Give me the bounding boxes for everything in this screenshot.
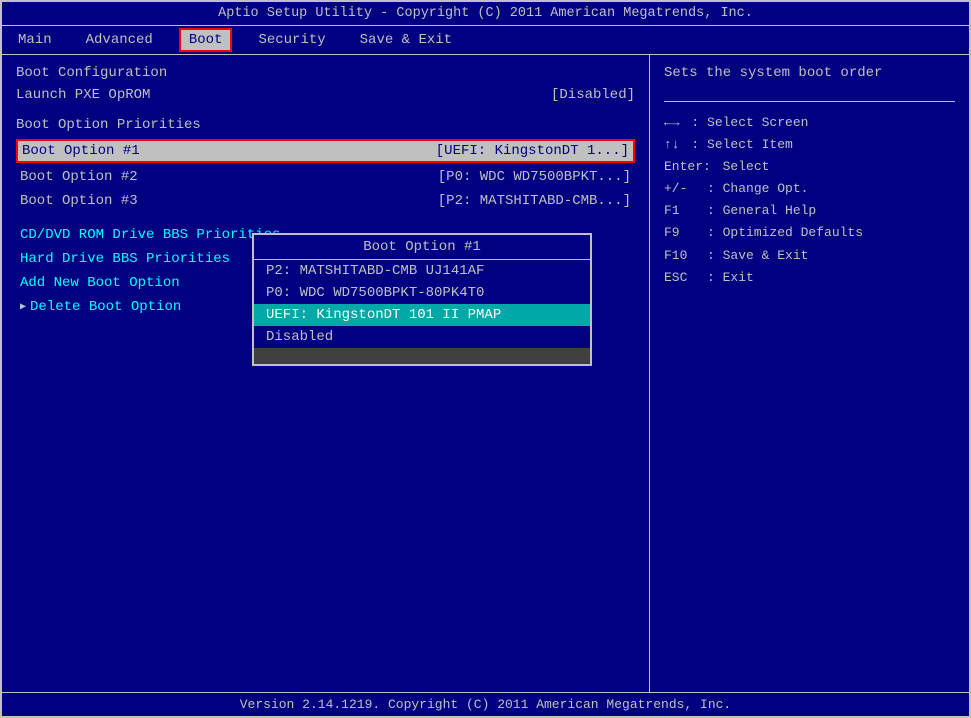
key-row-0: ←→ : Select Screen: [664, 112, 955, 134]
right-panel: Sets the system boot order ←→ : Select S…: [650, 55, 969, 692]
footer-text: Version 2.14.1219. Copyright (C) 2011 Am…: [240, 697, 731, 712]
title-bar: Aptio Setup Utility - Copyright (C) 2011…: [2, 2, 969, 26]
key-f9: F9: [664, 222, 680, 244]
menu-item-advanced[interactable]: Advanced: [78, 30, 161, 50]
key-plus-minus: +/-: [664, 178, 687, 200]
boot-option-2-value: [P0: WDC WD7500BPKT...]: [438, 169, 631, 185]
help-text: Sets the system boot order: [664, 65, 955, 81]
key-desc-5: : Optimized Defaults: [684, 222, 863, 244]
dropdown-item-3[interactable]: Disabled: [254, 326, 590, 348]
menu-item-security[interactable]: Security: [250, 30, 333, 50]
key-row-4: F1 : General Help: [664, 200, 955, 222]
key-arrow-ud: ↑↓: [664, 134, 680, 156]
key-arrow-lr: ←→: [664, 112, 680, 134]
boot-priorities-title: Boot Option Priorities: [16, 117, 635, 133]
key-desc-7: : Exit: [691, 267, 753, 289]
dropdown-item-1[interactable]: P0: WDC WD7500BPKT-80PK4T0: [254, 282, 590, 304]
key-row-3: +/- : Change Opt.: [664, 178, 955, 200]
menu-item-boot[interactable]: Boot: [179, 28, 233, 52]
launch-pxe-label: Launch PXE OpROM: [16, 87, 150, 103]
dropdown-item-0[interactable]: P2: MATSHITABD-CMB UJ141AF: [254, 260, 590, 282]
dropdown-item-2[interactable]: UEFI: KingstonDT 101 II PMAP: [254, 304, 590, 326]
launch-pxe-value: [Disabled]: [551, 87, 635, 103]
key-enter: Enter:: [664, 156, 711, 178]
boot-config-title: Boot Configuration: [16, 65, 635, 81]
title-text: Aptio Setup Utility - Copyright (C) 2011…: [218, 6, 753, 21]
boot-option-3-value: [P2: MATSHITABD-CMB...]: [438, 193, 631, 209]
key-desc-3: : Change Opt.: [691, 178, 808, 200]
boot-option-dropdown: Boot Option #1 P2: MATSHITABD-CMB UJ141A…: [252, 233, 592, 366]
footer-bar: Version 2.14.1219. Copyright (C) 2011 Am…: [2, 692, 969, 716]
boot-option-3-label: Boot Option #3: [20, 193, 138, 209]
boot-option-2-label: Boot Option #2: [20, 169, 138, 185]
key-esc: ESC: [664, 267, 687, 289]
dropdown-title: Boot Option #1: [254, 235, 590, 260]
menu-bar: Main Advanced Boot Security Save & Exit: [2, 26, 969, 55]
key-row-6: F10 : Save & Exit: [664, 245, 955, 267]
key-row-5: F9 : Optimized Defaults: [664, 222, 955, 244]
key-f10: F10: [664, 245, 687, 267]
boot-option-3-row[interactable]: Boot Option #3 [P2: MATSHITABD-CMB...]: [16, 191, 635, 211]
key-row-1: ↑↓ : Select Item: [664, 134, 955, 156]
menu-item-save-exit[interactable]: Save & Exit: [352, 30, 460, 50]
boot-option-1-value: [UEFI: KingstonDT 1...]: [436, 143, 629, 159]
dropdown-footer: [254, 348, 590, 364]
key-f1: F1: [664, 200, 680, 222]
boot-option-1-label: Boot Option #1: [22, 143, 140, 159]
key-row-2: Enter: Select: [664, 156, 955, 178]
divider-line: [664, 101, 955, 102]
bios-screen: Aptio Setup Utility - Copyright (C) 2011…: [0, 0, 971, 718]
key-desc-2: Select: [715, 156, 770, 178]
launch-pxe-row[interactable]: Launch PXE OpROM [Disabled]: [16, 87, 635, 103]
left-panel: Boot Configuration Launch PXE OpROM [Dis…: [2, 55, 650, 692]
key-desc-0: : Select Screen: [684, 112, 809, 134]
key-desc-1: : Select Item: [684, 134, 793, 156]
menu-item-main[interactable]: Main: [10, 30, 60, 50]
key-desc-4: : General Help: [684, 200, 817, 222]
key-row-7: ESC : Exit: [664, 267, 955, 289]
boot-option-2-row[interactable]: Boot Option #2 [P0: WDC WD7500BPKT...]: [16, 167, 635, 187]
boot-option-1-row[interactable]: Boot Option #1 [UEFI: KingstonDT 1...]: [16, 139, 635, 163]
key-desc-6: : Save & Exit: [691, 245, 808, 267]
key-help: ←→ : Select Screen ↑↓ : Select Item Ente…: [664, 112, 955, 289]
main-content: Boot Configuration Launch PXE OpROM [Dis…: [2, 55, 969, 692]
